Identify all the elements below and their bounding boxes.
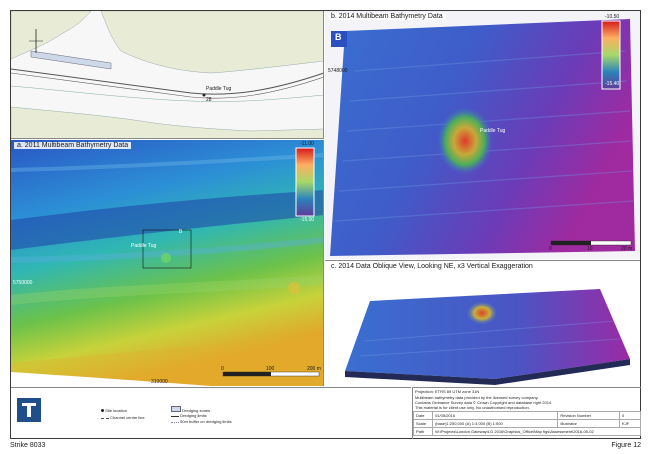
footer-left: Strike 8033 [10,442,46,449]
panel-b-colorbar-top: -10.50 [605,14,620,20]
panel-b-scale-0: 0 [549,246,552,252]
dredging-zone-symbol [171,406,181,412]
panel-a-feature-label: Paddle Tug [131,243,157,249]
panel-a-colorbar-top: -11.00 [300,141,314,147]
legend-item-zones: Dredging zones [171,406,210,413]
map-legend: Site location Channel centre line Dredgi… [11,387,411,439]
overview-map: Paddle Tug 28 [11,11,324,139]
panel-b-colorbar-bottom: -15.40 [605,81,620,87]
map-feature-label: Paddle Tug [206,86,232,92]
panel-a-bathymetry-2011: a. 2011 Multibeam Bathymetry Data Paddle… [11,140,324,386]
legend-item-buffer: 50m buffer on dredging limits [171,419,232,424]
panel-a-colorbar-bottom: -15.00 [300,217,315,223]
panel-b-scale-1: 10 [587,246,593,252]
table-row: Scale (base)1:250,000 (A) 1:4,000 (B) 1:… [412,419,641,428]
map-feature-number: 28 [206,97,212,103]
panel-a-scale-2: 200 m [307,366,321,372]
projection-text: Projection: ETRS 89 UTM zone 31N [415,389,480,394]
company-logo [17,398,41,422]
panel-c-title: c. 2014 Data Oblique View, Looking NE, x… [328,263,536,270]
panel-a-scale-1: 100 [266,366,275,372]
info-table: Date 01/05/2016 Revision Number 0 Scale … [412,411,641,436]
panel-b-feature-label: Paddle Tug [480,128,506,134]
panel-b-scale-2: 20 m [621,246,633,252]
panel-c-oblique-view: c. 2014 Data Oblique View, Looking NE, x… [325,260,640,386]
table-row: Date 01/05/2016 Revision Number 0 [412,411,641,420]
footer-right: Figure 12 [611,442,641,449]
buffer-symbol [171,422,179,423]
panel-a-inset-mark: B [179,229,183,235]
panel-a-scale-0: 0 [221,366,224,372]
site-location-symbol [101,409,104,412]
info-box: Projection: ETRS 89 UTM zone 31N Multibe… [412,387,641,439]
dredging-limit-symbol [171,416,179,417]
panel-b-left-label: 5748000 [328,68,348,74]
legend-item-limits: Dredging limits [171,413,207,418]
panel-a-grid-bottom: 310000 [151,379,168,385]
overview-map-graphic [11,11,323,138]
panel-b-title: b. 2014 Multibeam Bathymetry Data [328,13,446,20]
panel-a-grid-left: 5750000 [13,280,33,286]
bathymetry-2011-image [11,140,323,386]
channel-line-symbol [101,418,109,419]
oblique-view-image [345,289,630,385]
legend-item-site: Site location [101,408,127,413]
panel-a-title: a. 2011 Multibeam Bathymetry Data [14,142,132,149]
legend-item-channel: Channel centre line [101,415,145,420]
panel-b-bathymetry-2014: b. 2014 Multibeam Bathymetry Data B Padd… [325,11,640,259]
table-row: Path W:\Projects\London Gateway\LG 2016\… [412,427,641,436]
bathymetry-2014-image [325,11,640,259]
panel-b-corner-letter: B [335,32,342,42]
